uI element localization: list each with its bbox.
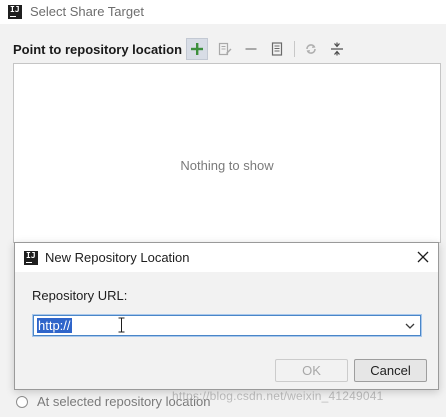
edit-icon: [218, 42, 232, 56]
window-title: Select Share Target: [30, 4, 144, 19]
at-selected-location-radio[interactable]: [16, 395, 28, 408]
toolbar-separator: [294, 41, 295, 57]
intellij-app-icon: IJ: [8, 5, 22, 19]
select-share-target-window: IJ Select Share Target Point to reposito…: [0, 0, 446, 417]
collapse-all-button[interactable]: [326, 38, 348, 60]
ok-button[interactable]: OK: [275, 359, 348, 382]
properties-button[interactable]: [266, 38, 288, 60]
repository-url-label: Repository URL:: [32, 288, 128, 303]
text-cursor-icon: [118, 317, 125, 333]
edit-location-button[interactable]: [214, 38, 236, 60]
add-location-button[interactable]: [186, 38, 208, 60]
empty-list-text: Nothing to show: [180, 158, 274, 173]
close-icon[interactable]: [416, 250, 430, 264]
cancel-button[interactable]: Cancel: [354, 359, 427, 382]
remove-icon: [245, 48, 257, 50]
new-repository-location-dialog: IJ New Repository Location Repository UR…: [14, 242, 439, 390]
properties-icon: [271, 42, 283, 56]
section-label: Point to repository location: [13, 42, 183, 57]
repository-url-input[interactable]: http://: [37, 318, 72, 333]
intellij-app-icon: IJ: [24, 251, 38, 265]
watermark-text: https://blog.csdn.net/weixin_41249041: [172, 389, 384, 403]
repository-location-list[interactable]: Nothing to show: [13, 63, 441, 243]
refresh-icon: [306, 44, 316, 54]
window-titlebar: IJ Select Share Target: [0, 0, 446, 24]
chevron-down-icon[interactable]: [404, 320, 416, 332]
refresh-button[interactable]: [300, 38, 322, 60]
add-icon: [191, 43, 203, 55]
dialog-title: New Repository Location: [45, 250, 190, 265]
repository-url-combobox[interactable]: http://: [33, 315, 421, 336]
collapse-icon: [331, 42, 343, 56]
dialog-titlebar: IJ New Repository Location: [15, 243, 438, 272]
remove-location-button[interactable]: [240, 38, 262, 60]
